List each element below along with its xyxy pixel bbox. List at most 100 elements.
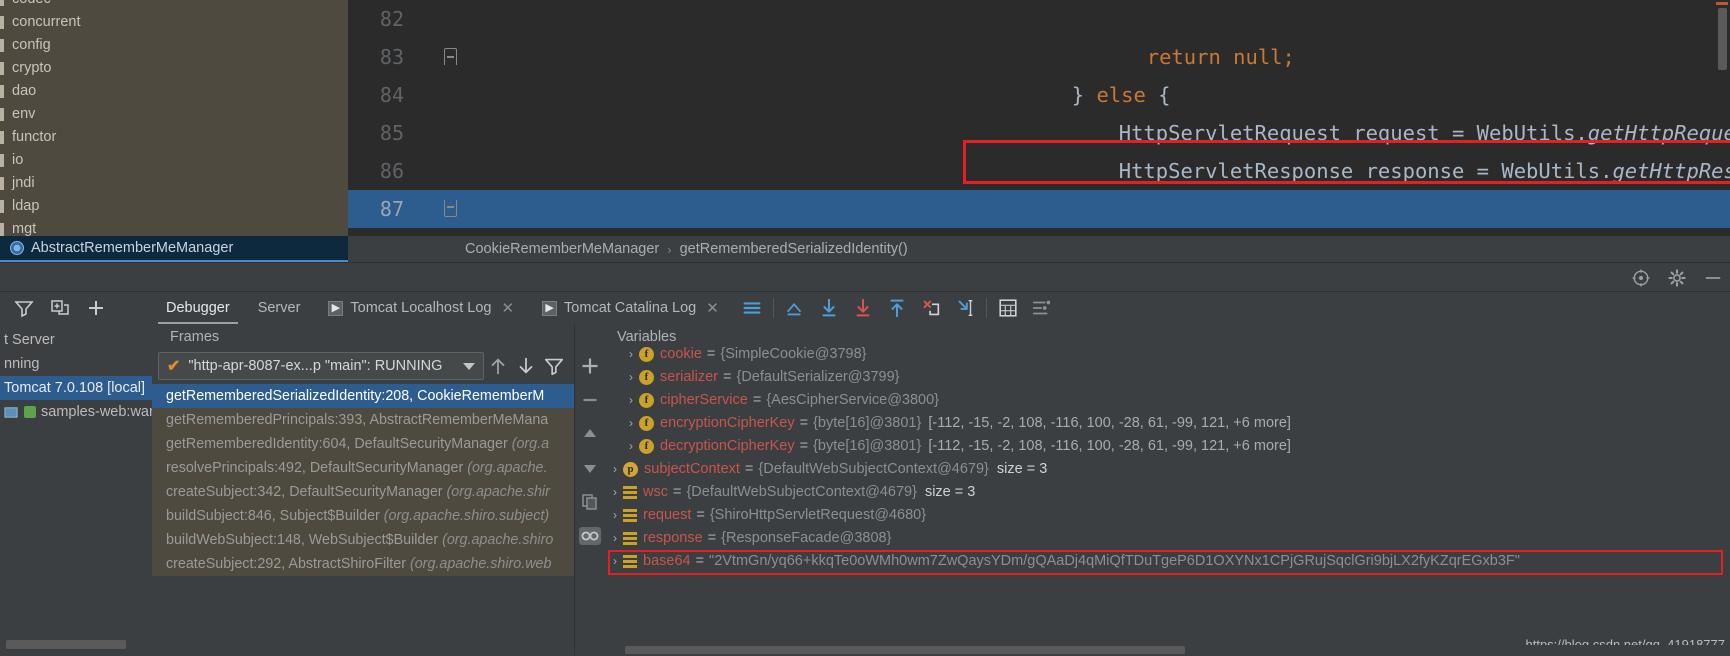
gear-icon[interactable] <box>1668 269 1686 287</box>
chevron-right-icon[interactable]: › <box>607 481 623 504</box>
tab-server[interactable]: Server <box>244 292 315 324</box>
services-horizontal-scrollbar[interactable] <box>6 640 126 649</box>
chevron-right-icon[interactable]: › <box>607 550 623 573</box>
step-over-icon[interactable] <box>818 297 840 319</box>
variable-row[interactable]: › request = {ShiroHttpServletRequest@468… <box>605 504 1730 527</box>
variable-row[interactable]: › f cipherService = {AesCipherService@38… <box>605 389 1730 412</box>
tree-item[interactable]: config <box>0 34 348 57</box>
move-up-icon[interactable] <box>580 424 600 444</box>
tree-item[interactable]: jndi <box>0 172 348 195</box>
chevron-right-icon[interactable]: › <box>623 412 639 435</box>
settings-list-icon[interactable] <box>741 297 763 319</box>
chevron-right-icon[interactable]: › <box>623 389 639 412</box>
tree-item[interactable]: ldap <box>0 195 348 218</box>
chevron-right-icon[interactable]: › <box>623 435 639 458</box>
variable-row[interactable]: › f encryptionCipherKey = {byte[16]@3801… <box>605 412 1730 435</box>
tree-item[interactable]: functor <box>0 126 348 149</box>
tree-item[interactable]: crypto <box>0 57 348 80</box>
frame-row[interactable]: buildSubject:846, Subject$Builder (org.a… <box>152 504 574 528</box>
variables-list[interactable]: › f cookie = {SimpleCookie@3798} › f ser… <box>605 343 1730 575</box>
services-item-artifact[interactable]: samples-web:war <box>0 400 152 424</box>
code-line[interactable]: 86 String base64 = this.getCookie().read… <box>348 152 1730 221</box>
code-line[interactable]: 84 HttpServletRequest request = WebUtils… <box>348 76 1730 145</box>
services-item[interactable]: nning <box>0 352 152 376</box>
equals-sign: = <box>723 369 732 385</box>
tree-item[interactable]: io <box>0 149 348 172</box>
services-item-selected[interactable]: Tomcat 7.0.108 [local] <box>0 376 152 400</box>
add-icon[interactable] <box>580 356 600 376</box>
expand-all-icon[interactable] <box>50 298 70 318</box>
code-line[interactable]: 82 return null; <box>348 0 1730 69</box>
chevron-right-icon[interactable]: › <box>607 458 623 481</box>
show-execution-point-icon[interactable] <box>784 297 806 319</box>
frame-package: (org.apache. <box>467 460 548 476</box>
copy-icon[interactable] <box>580 492 600 512</box>
add-icon[interactable] <box>86 298 106 318</box>
filter-icon[interactable] <box>14 298 34 318</box>
minimize-icon[interactable] <box>1704 269 1722 287</box>
step-out-icon[interactable] <box>886 297 908 319</box>
variable-row[interactable]: › f cookie = {SimpleCookie@3798} <box>605 343 1730 366</box>
down-arrow-icon[interactable] <box>515 355 537 377</box>
tab-debugger[interactable]: Debugger <box>152 292 244 324</box>
filter-icon[interactable] <box>543 355 565 377</box>
chevron-right-icon[interactable]: › <box>623 343 639 366</box>
breadcrumb-class[interactable]: CookieRememberMeManager <box>465 241 659 257</box>
variables-horizontal-scrollbar[interactable] <box>605 645 1730 655</box>
code-line[interactable]: 85 HttpServletResponse response = WebUti… <box>348 114 1730 183</box>
step-into-icon[interactable] <box>852 297 874 319</box>
tab-tomcat-catalina-log[interactable]: ▶ Tomcat Catalina Log ✕ <box>528 292 733 324</box>
chevron-right-icon[interactable]: › <box>607 504 623 527</box>
tree-item[interactable]: env <box>0 103 348 126</box>
tree-item[interactable]: concurrent <box>0 11 348 34</box>
variable-row-highlighted[interactable]: › base64 = "2VtmGn/yq66+kkqTe0oWMh0wm7Zw… <box>605 550 1730 573</box>
variable-row[interactable]: › f serializer = {DefaultSerializer@3799… <box>605 366 1730 389</box>
layout-settings-icon[interactable] <box>1031 297 1053 319</box>
target-icon[interactable] <box>1632 269 1650 287</box>
editor-file-tab[interactable]: AbstractRememberMeManager <box>0 236 348 262</box>
close-icon[interactable]: ✕ <box>706 299 719 317</box>
code-line[interactable]: 83 } else { <box>348 38 1730 107</box>
variable-row[interactable]: › f decryptionCipherKey = {byte[16]@3801… <box>605 435 1730 458</box>
frame-row-selected[interactable]: getRememberedSerializedIdentity:208, Coo… <box>152 384 574 408</box>
frame-row[interactable]: getRememberedPrincipals:393, AbstractRem… <box>152 408 574 432</box>
chevron-down-icon[interactable] <box>463 362 475 370</box>
thread-combobox[interactable]: ✔ "http-apr-8087-ex...p "main": RUNNING <box>158 352 484 380</box>
variable-row[interactable]: › response = {ResponseFacade@3808} <box>605 527 1730 550</box>
frame-row[interactable]: resolvePrincipals:492, DefaultSecurityMa… <box>152 456 574 480</box>
remove-icon[interactable] <box>580 390 600 410</box>
watches-icon[interactable] <box>577 526 603 546</box>
code-line-current-execution[interactable]: 87 if ("deleteMe".equals(base64)) {base6… <box>348 190 1730 259</box>
code-editor[interactable]: 82 return null; 83 } else { 84 HttpServl… <box>348 0 1730 259</box>
chevron-right-icon[interactable]: › <box>607 527 623 550</box>
variable-row[interactable]: › wsc = {DefaultWebSubjectContext@4679} … <box>605 481 1730 504</box>
breadcrumb-row: AbstractRememberMeManager CookieRemember… <box>0 236 1730 262</box>
tab-tomcat-localhost-log[interactable]: ▶ Tomcat Localhost Log ✕ <box>314 292 528 324</box>
frame-row[interactable]: createSubject:292, AbstractShiroFilter (… <box>152 552 574 576</box>
chevron-right-icon[interactable]: › <box>623 366 639 389</box>
evaluate-expression-icon[interactable] <box>997 297 1019 319</box>
move-down-icon[interactable] <box>580 458 600 478</box>
tree-item[interactable]: codec <box>0 0 348 11</box>
tree-item[interactable]: dao <box>0 80 348 103</box>
run-to-cursor-icon[interactable] <box>954 297 976 319</box>
close-icon[interactable]: ✕ <box>501 299 514 317</box>
fold-region-end-icon[interactable] <box>444 200 457 217</box>
drop-frame-icon[interactable] <box>920 297 942 319</box>
services-panel[interactable]: t Server nning Tomcat 7.0.108 [local] sa… <box>0 292 152 655</box>
variable-row[interactable]: › p subjectContext = {DefaultWebSubjectC… <box>605 458 1730 481</box>
frame-row[interactable]: getRememberedIdentity:604, DefaultSecuri… <box>152 432 574 456</box>
services-item[interactable]: t Server <box>0 328 152 352</box>
up-arrow-icon[interactable] <box>487 355 509 377</box>
services-list[interactable]: t Server nning Tomcat 7.0.108 [local] sa… <box>0 324 152 424</box>
breadcrumb[interactable]: CookieRememberMeManager › getRememberedS… <box>348 236 908 262</box>
breadcrumb-method[interactable]: getRememberedSerializedIdentity() <box>680 241 908 257</box>
frames-list[interactable]: getRememberedSerializedIdentity:208, Coo… <box>152 384 574 576</box>
fold-region-start-icon[interactable] <box>444 48 457 65</box>
toolbar-separator <box>985 298 987 318</box>
frame-row[interactable]: createSubject:342, DefaultSecurityManage… <box>152 480 574 504</box>
scrollbar-thumb[interactable] <box>625 646 1185 654</box>
frame-row[interactable]: buildWebSubject:148, WebSubject$Builder … <box>152 528 574 552</box>
project-tree-panel[interactable]: codec concurrent config crypto dao env f… <box>0 0 348 237</box>
services-item-label: Tomcat 7.0.108 [local] <box>4 380 146 396</box>
